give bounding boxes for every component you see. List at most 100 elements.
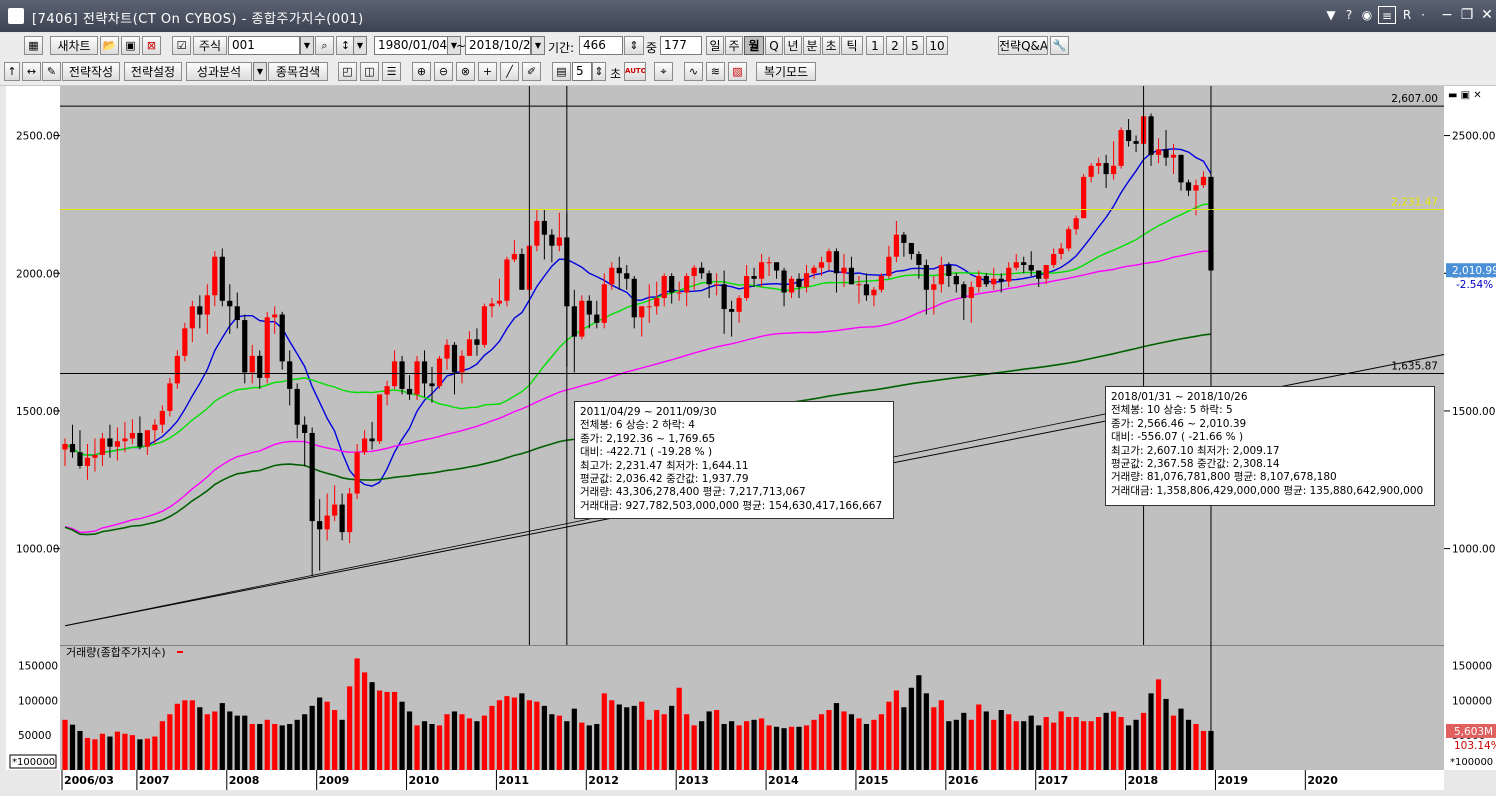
save-icon[interactable]: ▣ — [121, 36, 140, 55]
strategy-setting-button[interactable]: 전략설정 — [124, 62, 182, 81]
volume-bar — [272, 723, 278, 770]
minimize-icon[interactable]: − — [1436, 6, 1458, 24]
indicator-2-icon[interactable]: ≋ — [706, 62, 725, 81]
layout-2-icon[interactable]: ◫ — [360, 62, 379, 81]
volume-bar — [129, 735, 136, 770]
tooltip-line: 2018/01/31 ~ 2018/10/26 — [1111, 391, 1248, 403]
chart-area[interactable]: 2,607.00 2,231.47 1,635.87 1000.00 1000.00 1… — [0, 86, 1496, 793]
volume-bar — [526, 700, 532, 770]
volume-bar — [579, 722, 585, 770]
period-spin-icon[interactable]: ⇕ — [624, 36, 644, 55]
candle-body — [429, 383, 435, 387]
period-year-button[interactable]: 년 — [784, 36, 802, 55]
between-label: 중 — [646, 41, 658, 55]
volume-bar — [1021, 721, 1027, 770]
volume-bar — [549, 714, 555, 770]
zoom-fit-icon[interactable]: ⊗ — [456, 62, 475, 81]
candle-body — [399, 361, 405, 389]
period-day-button[interactable]: 일 — [706, 36, 724, 55]
candle-body — [871, 289, 877, 296]
sort-dropdown-icon[interactable]: ▼ — [353, 36, 367, 55]
interval-1-button[interactable]: 1 — [866, 36, 884, 55]
indicator-3-icon[interactable]: ▧ — [728, 62, 747, 81]
market-select[interactable]: 주식 — [193, 36, 227, 55]
more-icon[interactable]: · — [1414, 6, 1432, 24]
candle-body — [1058, 248, 1064, 254]
restore-mode-button[interactable]: 복기모드 — [756, 62, 816, 81]
candle-body — [279, 314, 285, 362]
draw-line-icon[interactable]: ╱ — [500, 62, 519, 81]
draw-tool-icon[interactable]: ✐ — [522, 62, 541, 81]
end-date-dropdown-icon[interactable]: ▼ — [531, 36, 545, 55]
help-icon[interactable]: ? — [1340, 6, 1358, 24]
volume-bar — [1043, 717, 1049, 770]
auto-button[interactable]: AUTO — [624, 62, 646, 81]
tools-icon[interactable]: 🔧 — [1050, 36, 1069, 55]
search-icon[interactable]: ⌕ — [315, 36, 334, 55]
strategy-write-button[interactable]: 전략작성 — [62, 62, 120, 81]
candle-body — [586, 300, 592, 315]
volume-bar — [212, 711, 218, 770]
between-input[interactable]: 177 — [660, 36, 702, 55]
period-minute-button[interactable]: 분 — [803, 36, 821, 55]
panel-window-controls[interactable]: ▬ ▣ ✕ — [1448, 90, 1482, 101]
zoom-out-icon[interactable]: ⊖ — [434, 62, 453, 81]
period-second-button[interactable]: 초 — [822, 36, 840, 55]
seconds-input[interactable]: 5 — [572, 62, 592, 81]
replay-icon[interactable]: ▤ — [552, 62, 571, 81]
chart-list-icon[interactable]: ▦ — [24, 36, 43, 55]
period-week-button[interactable]: 주 — [725, 36, 743, 55]
close-icon[interactable]: ✕ — [1476, 6, 1496, 24]
capture-icon[interactable]: ⌖ — [654, 62, 673, 81]
dropdown-icon[interactable]: ▼ — [1322, 6, 1340, 24]
end-date-input[interactable]: 2018/10/26 — [465, 36, 531, 55]
strategy-qa-button[interactable]: 전략Q&A — [998, 36, 1048, 55]
start-date-input[interactable]: 1980/01/04 — [374, 36, 448, 55]
arrow-horizontal-icon[interactable]: ↔ — [22, 62, 41, 81]
pin-icon[interactable]: ≡ — [1378, 6, 1396, 24]
volume-bar — [496, 700, 503, 770]
strategy-edit-icon[interactable]: ✎ — [42, 62, 61, 81]
volume-bar — [908, 687, 914, 770]
indicator-1-icon[interactable]: ∿ — [684, 62, 703, 81]
candle-body — [362, 438, 368, 453]
candle-body — [1148, 116, 1154, 155]
period-quarter-button[interactable]: Q — [765, 36, 783, 55]
performance-dropdown-icon[interactable]: ▼ — [253, 62, 267, 81]
period-tick-button[interactable]: 틱 — [841, 36, 863, 55]
volume-bar — [242, 715, 248, 770]
candle-body — [661, 276, 667, 299]
check-icon[interactable]: ☑ — [172, 36, 191, 55]
interval-5-button[interactable]: 5 — [906, 36, 924, 55]
time-tick-label: 2020 — [1307, 774, 1338, 787]
candle-body — [489, 303, 495, 307]
candle-body — [182, 328, 188, 356]
arrow-up-icon[interactable]: ↑ — [4, 62, 20, 81]
candle-body — [1066, 229, 1072, 249]
volume-bar — [159, 721, 165, 770]
layout-1-icon[interactable]: ◰ — [338, 62, 357, 81]
code-input[interactable]: 001 — [228, 36, 300, 55]
delete-icon[interactable]: ⊠ — [142, 36, 161, 55]
performance-analysis-button[interactable]: 성과분석 — [186, 62, 252, 81]
interval-2-button[interactable]: 2 — [886, 36, 904, 55]
settings-icon[interactable]: ◉ — [1358, 6, 1376, 24]
period-input[interactable]: 466 — [579, 36, 623, 55]
new-chart-button[interactable]: 새차트 — [50, 36, 98, 55]
code-dropdown-icon[interactable]: ▼ — [300, 36, 314, 55]
restore-icon[interactable]: ❐ — [1456, 6, 1478, 24]
volume-bar — [1163, 698, 1169, 770]
open-folder-icon[interactable]: 📂 — [100, 36, 119, 55]
crosshair-icon[interactable]: + — [478, 62, 497, 81]
volume-bar — [444, 714, 450, 770]
volume-bar — [1193, 723, 1199, 770]
stock-search-button[interactable]: 종목검색 — [268, 62, 328, 81]
volume-bar — [332, 710, 338, 770]
layout-3-icon[interactable]: ☰ — [382, 62, 401, 81]
period-month-button[interactable]: 월 — [744, 36, 764, 55]
seconds-spin-icon[interactable]: ⇕ — [592, 62, 606, 81]
volume-bar — [961, 712, 967, 770]
interval-10-button[interactable]: 10 — [926, 36, 948, 55]
volume-bar — [811, 719, 817, 770]
zoom-in-icon[interactable]: ⊕ — [412, 62, 431, 81]
